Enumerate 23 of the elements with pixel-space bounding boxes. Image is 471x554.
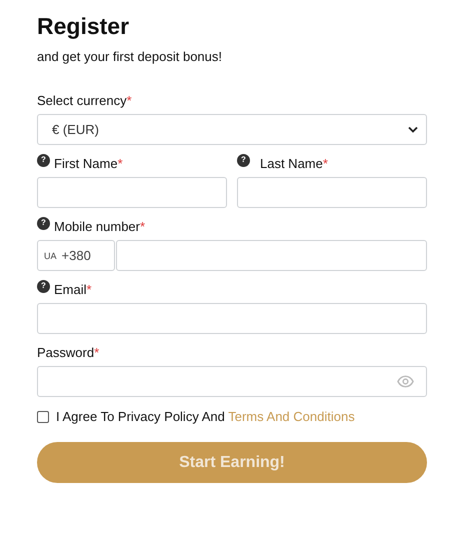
- page-title: Register: [37, 12, 130, 40]
- field-label: Password*: [37, 344, 100, 360]
- eye-icon[interactable]: [397, 375, 414, 388]
- chevron-down-icon: [408, 126, 418, 133]
- agree-checkbox[interactable]: [37, 410, 49, 422]
- agreement-text: I Agree To Privacy Policy And Terms And Conditions: [56, 409, 355, 424]
- field-label: Last Name*: [260, 156, 328, 170]
- text-field[interactable]: [237, 177, 427, 208]
- field-label: Mobile number*: [54, 218, 146, 234]
- password-field[interactable]: [37, 366, 427, 397]
- field-label: Email*: [54, 282, 92, 296]
- help-icon[interactable]: ?: [37, 216, 50, 230]
- phone-field[interactable]: [116, 240, 427, 271]
- subtitle: and get your first deposit bonus!: [37, 49, 224, 65]
- field-label: First Name*: [54, 156, 123, 170]
- country-code-select[interactable]: UA +380: [37, 240, 115, 271]
- text-field[interactable]: [37, 177, 227, 208]
- currency-select[interactable]: € (EUR): [37, 114, 427, 145]
- text-field[interactable]: [37, 303, 427, 334]
- field-label: Select currency*: [37, 92, 132, 108]
- help-icon[interactable]: ?: [237, 154, 250, 166]
- help-icon[interactable]: ?: [37, 154, 50, 166]
- help-icon[interactable]: ?: [37, 280, 50, 292]
